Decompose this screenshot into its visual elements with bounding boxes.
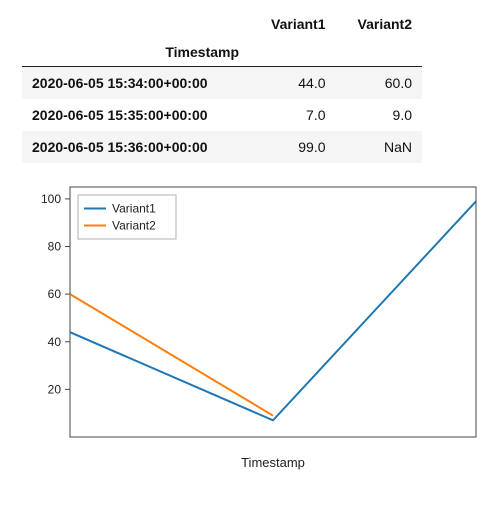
ytick-label: 60 [48,287,62,301]
row-index: 2020-06-05 15:34:00+00:00 [22,67,249,100]
data-table: Variant1 Variant2 Timestamp 2020-06-05 1… [22,10,422,163]
series-Variant1 [70,201,476,420]
cell: 99.0 [249,131,335,163]
cell: NaN [336,131,423,163]
legend-label: Variant2 [112,219,156,233]
cell: 7.0 [249,99,335,131]
cell: 44.0 [249,67,335,100]
line-chart: 20 40 60 80 100 Timestamp Variant1 Variant2 [16,177,484,477]
cell: 9.0 [336,99,423,131]
col-header-variant1: Variant1 [249,10,335,38]
row-index: 2020-06-05 15:35:00+00:00 [22,99,249,131]
cell: 60.0 [336,67,423,100]
table-row: 2020-06-05 15:35:00+00:00 7.0 9.0 [22,99,422,131]
ytick-label: 40 [48,335,62,349]
index-name: Timestamp [22,38,249,67]
series-Variant2 [70,294,273,416]
col-header-variant2: Variant2 [336,10,423,38]
row-index: 2020-06-05 15:36:00+00:00 [22,131,249,163]
ytick-label: 100 [41,192,61,206]
x-axis-label: Timestamp [241,455,305,470]
ytick-label: 80 [48,240,62,254]
table-row: 2020-06-05 15:36:00+00:00 99.0 NaN [22,131,422,163]
ytick-label: 20 [48,382,62,396]
table-row: 2020-06-05 15:34:00+00:00 44.0 60.0 [22,67,422,100]
legend-label: Variant1 [112,202,156,216]
